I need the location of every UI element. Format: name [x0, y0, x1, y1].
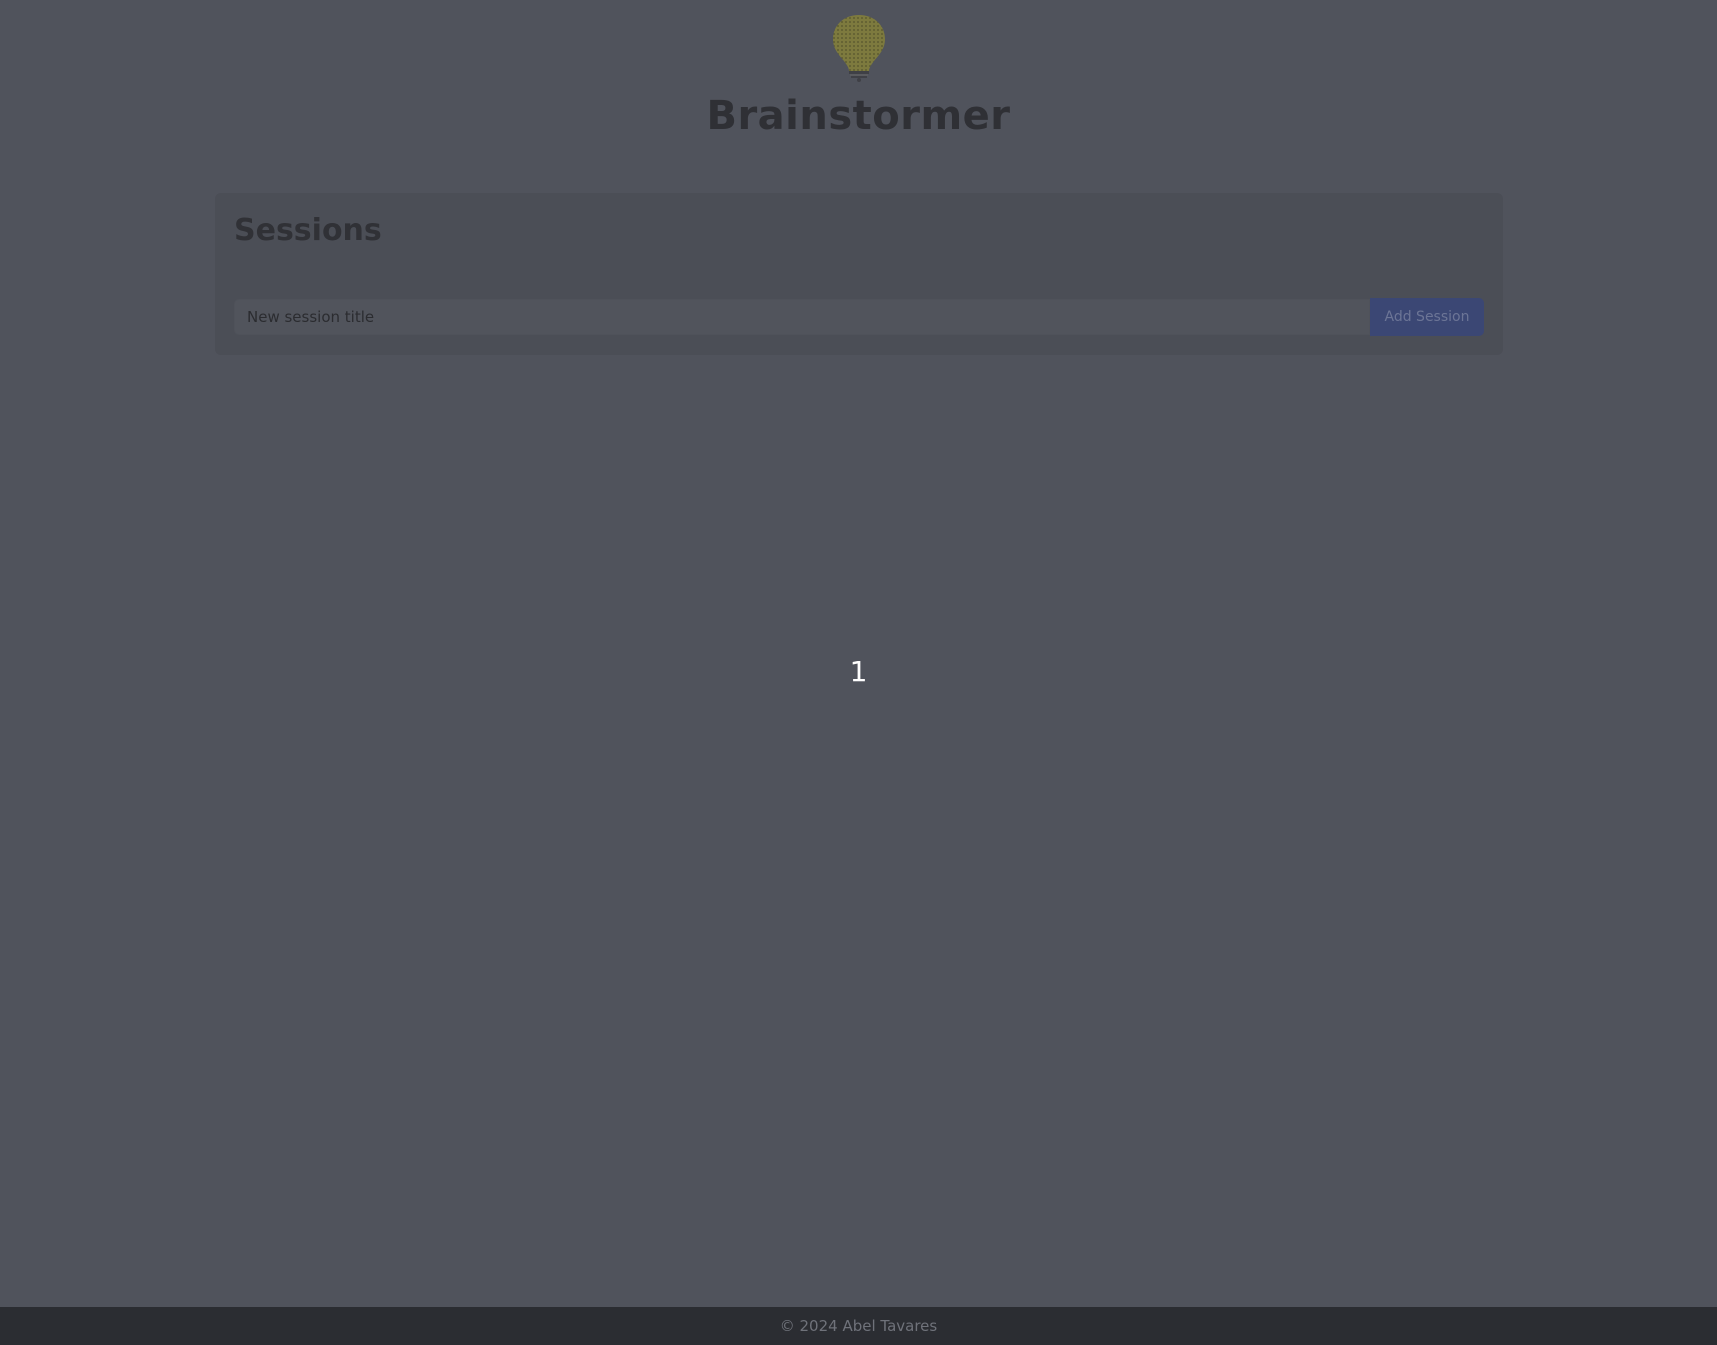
sessions-panel: Sessions Add Session	[215, 193, 1503, 355]
lightbulb-icon	[833, 15, 885, 82]
footer: © 2024 Abel Tavares	[0, 1307, 1717, 1345]
app-header: Brainstormer	[0, 0, 1717, 150]
footer-copyright: © 2024 Abel Tavares	[779, 1317, 938, 1335]
sessions-heading: Sessions	[234, 213, 382, 248]
add-session-button[interactable]: Add Session	[1370, 298, 1484, 336]
session-title-input[interactable]	[234, 299, 1370, 335]
app-title: Brainstormer	[706, 93, 1011, 139]
page-number: 1	[849, 655, 868, 688]
add-session-form: Add Session	[234, 298, 1484, 337]
